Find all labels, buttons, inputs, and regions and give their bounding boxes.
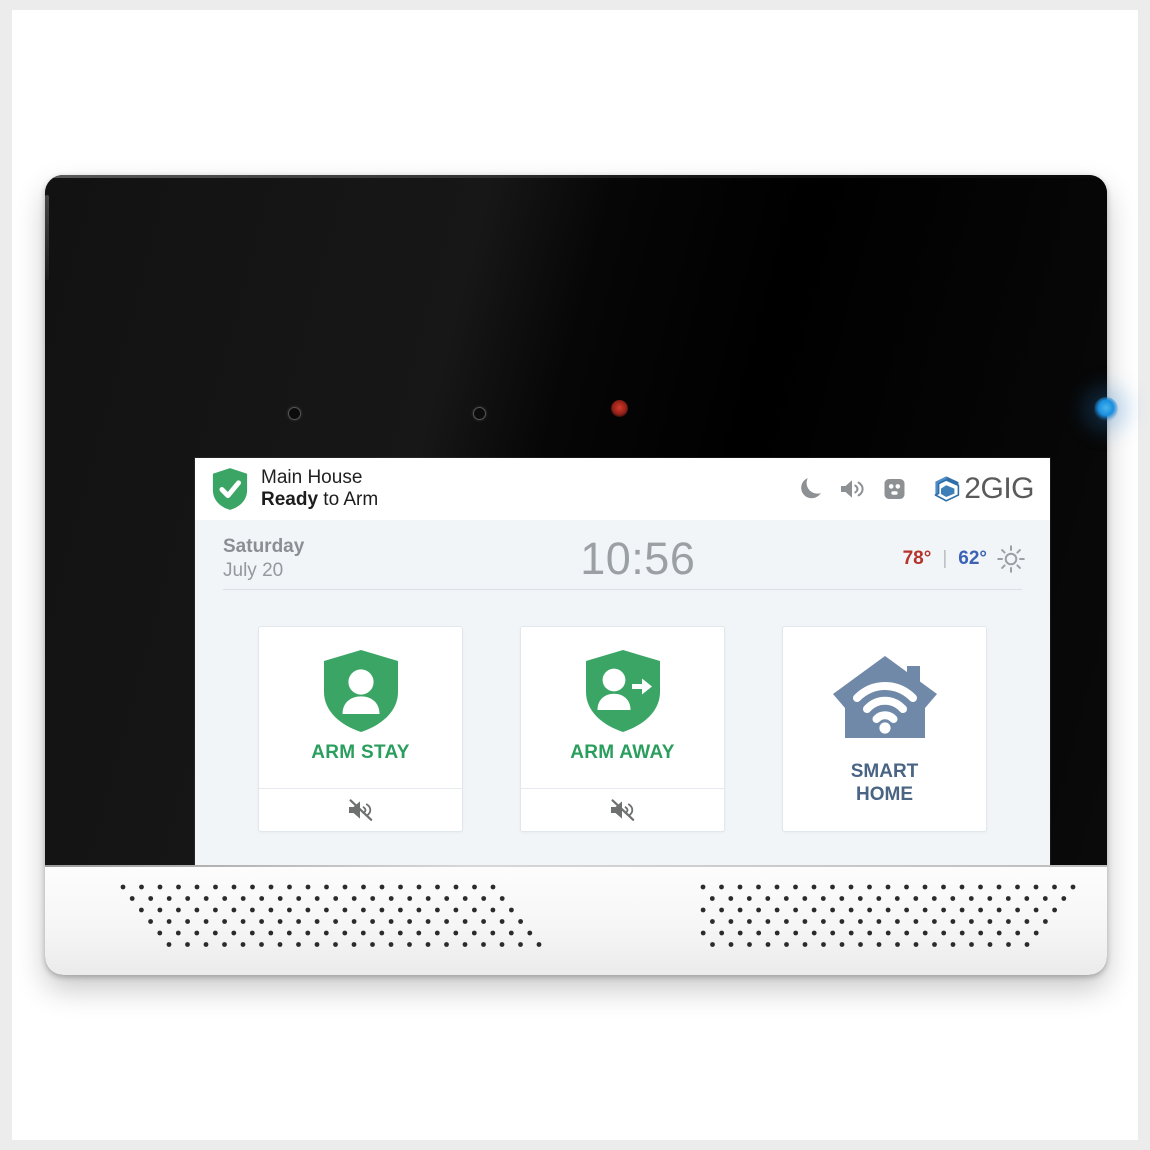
power-outlet-icon[interactable] bbox=[883, 477, 906, 501]
arm-stay-silent-toggle[interactable] bbox=[259, 788, 462, 831]
arm-away-silent-toggle[interactable] bbox=[521, 788, 724, 831]
shield-person-arrow-icon bbox=[585, 649, 660, 732]
smart-home-tile[interactable]: SMART HOME bbox=[782, 626, 987, 832]
weather-block[interactable]: 78° | 62° bbox=[903, 544, 1026, 574]
temp-low-label: 62° bbox=[958, 548, 987, 569]
proximity-sensor bbox=[473, 407, 486, 420]
arm-stay-label: ARM STAY bbox=[311, 741, 410, 763]
shield-person-icon bbox=[323, 649, 398, 732]
datetime-weather-bar: Saturday July 20 10:56 78° | 62° bbox=[195, 520, 1050, 598]
arm-status-label: Ready to Arm bbox=[261, 489, 378, 511]
status-header-bar: Main House Ready to Arm 2GIG bbox=[195, 458, 1050, 520]
status-led-blue bbox=[1094, 397, 1118, 421]
temp-high-label: 78° bbox=[902, 548, 932, 569]
status-led-red bbox=[611, 400, 628, 417]
bezel-edge-highlight bbox=[45, 195, 49, 280]
speaker-volume-icon[interactable] bbox=[839, 477, 866, 501]
speaker-muted-icon bbox=[349, 799, 373, 821]
security-panel-device: Main House Ready to Arm 2GIG Saturday Ju… bbox=[45, 175, 1118, 975]
smart-home-label-line2: HOME bbox=[856, 784, 913, 805]
device-bottom-shell bbox=[45, 865, 1107, 975]
status-text-block: Main House Ready to Arm bbox=[261, 467, 378, 512]
speaker-muted-icon bbox=[611, 799, 635, 821]
shield-check-icon bbox=[212, 468, 248, 510]
arm-status-rest: to Arm bbox=[318, 489, 379, 510]
smart-home-label-line1: SMART bbox=[850, 760, 919, 782]
2gig-brand-text: 2GIG bbox=[964, 472, 1034, 505]
right-speaker-grille bbox=[700, 884, 1076, 947]
left-speaker-grille bbox=[120, 884, 542, 947]
sun-icon bbox=[997, 545, 1025, 573]
clock-time: 10:56 bbox=[580, 533, 696, 584]
house-wifi-icon bbox=[832, 655, 937, 738]
arm-away-label: ARM AWAY bbox=[570, 741, 675, 763]
arm-stay-tile[interactable]: ARM STAY bbox=[258, 626, 463, 832]
arm-status-bold: Ready bbox=[261, 489, 319, 510]
ambient-light-sensor bbox=[288, 407, 301, 420]
arm-stay-tile-body[interactable]: ARM STAY bbox=[259, 627, 462, 788]
site-name-label: Main House bbox=[261, 466, 363, 488]
2gig-brand-logo: 2GIG bbox=[931, 472, 1034, 506]
arm-away-tile-body[interactable]: ARM AWAY bbox=[521, 627, 724, 788]
moon-icon[interactable] bbox=[800, 477, 822, 501]
header-icon-group: 2GIG bbox=[800, 472, 1034, 506]
tile-grid: ARM STAY ARM AWAY SMART HOME bbox=[195, 598, 1050, 905]
smart-home-label: SMART HOME bbox=[851, 760, 919, 806]
arm-away-tile[interactable]: ARM AWAY bbox=[520, 626, 725, 832]
2gig-cube-logo-icon bbox=[934, 476, 960, 502]
temp-separator: | bbox=[942, 548, 948, 569]
